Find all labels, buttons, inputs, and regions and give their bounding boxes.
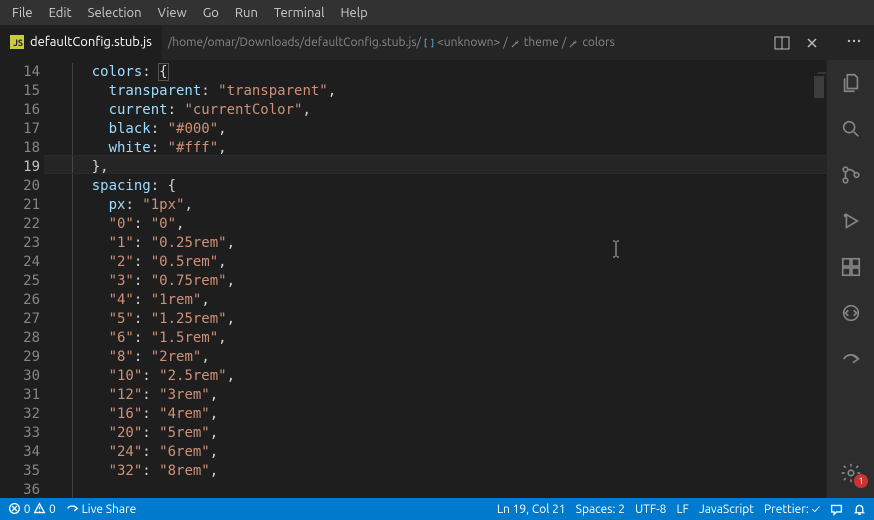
- code-content[interactable]: colors: { transparent: "transparent", cu…: [58, 60, 826, 498]
- code-line[interactable]: "5": "1.25rem",: [58, 310, 826, 329]
- code-line[interactable]: "1": "0.25rem",: [58, 234, 826, 253]
- code-line[interactable]: "12": "3rem",: [58, 386, 826, 405]
- remote-icon[interactable]: [840, 302, 862, 324]
- tabbar: JS defaultConfig.stub.js /home/omar/Down…: [0, 25, 874, 60]
- code-line[interactable]: "4": "1rem",: [58, 291, 826, 310]
- scrollbar-thumb[interactable]: [814, 76, 824, 98]
- status-language[interactable]: JavaScript: [699, 503, 754, 516]
- line-number: 18: [0, 139, 40, 158]
- tab-active[interactable]: JS defaultConfig.stub.js: [0, 25, 162, 60]
- code-line[interactable]: colors: {: [58, 63, 826, 82]
- status-cursor[interactable]: Ln 19, Col 21: [497, 503, 566, 516]
- feedback-icon[interactable]: [830, 503, 843, 516]
- code-line[interactable]: "6": "1.5rem",: [58, 329, 826, 348]
- line-number: 31: [0, 386, 40, 405]
- bell-icon[interactable]: [853, 503, 866, 516]
- search-icon[interactable]: [840, 118, 862, 140]
- status-spaces[interactable]: Spaces: 2: [576, 503, 625, 516]
- statusbar: 0 0 Live Share Ln 19, Col 21 Spaces: 2 U…: [0, 498, 874, 520]
- text-cursor-icon: [610, 240, 622, 258]
- line-number: 16: [0, 101, 40, 120]
- line-number: 23: [0, 234, 40, 253]
- wrench-icon: [568, 37, 580, 49]
- breadcrumb-unknown: <unknown>: [437, 36, 500, 49]
- menu-selection[interactable]: Selection: [80, 2, 150, 24]
- breadcrumb-colors: colors: [582, 36, 614, 49]
- share-icon[interactable]: [840, 348, 862, 370]
- line-number: 26: [0, 291, 40, 310]
- source-control-icon[interactable]: [840, 164, 862, 186]
- status-eol[interactable]: LF: [676, 503, 688, 516]
- line-number: 33: [0, 424, 40, 443]
- line-number: 21: [0, 196, 40, 215]
- line-number: 25: [0, 272, 40, 291]
- menu-file[interactable]: File: [4, 2, 41, 24]
- code-line[interactable]: "8": "2rem",: [58, 348, 826, 367]
- menu-view[interactable]: View: [150, 2, 195, 24]
- line-number: 22: [0, 215, 40, 234]
- more-icon[interactable]: [846, 33, 862, 52]
- overview-marker: [818, 72, 826, 74]
- line-number: 14: [0, 63, 40, 82]
- debug-icon[interactable]: [840, 210, 862, 232]
- line-number: 27: [0, 310, 40, 329]
- wrench-icon: [510, 37, 522, 49]
- code-line[interactable]: "10": "2.5rem",: [58, 367, 826, 386]
- line-number: 20: [0, 177, 40, 196]
- code-line[interactable]: "2": "0.5rem",: [58, 253, 826, 272]
- code-line[interactable]: spacing: {: [58, 177, 826, 196]
- code-line[interactable]: "24": "6rem",: [58, 443, 826, 462]
- status-problems[interactable]: 0 0: [8, 502, 56, 516]
- javascript-icon: JS: [10, 35, 24, 49]
- line-number: 17: [0, 120, 40, 139]
- status-liveshare[interactable]: Live Share: [66, 502, 136, 516]
- line-number: 35: [0, 462, 40, 481]
- code-line[interactable]: px: "1px",: [58, 196, 826, 215]
- code-line[interactable]: "32": "8rem",: [58, 462, 826, 481]
- breadcrumb[interactable]: /home/omar/Downloads/defaultConfig.stub.…: [168, 36, 615, 49]
- menu-edit[interactable]: Edit: [41, 2, 80, 24]
- menu-terminal[interactable]: Terminal: [266, 2, 333, 24]
- code-line[interactable]: "16": "4rem",: [58, 405, 826, 424]
- menu-go[interactable]: Go: [195, 2, 227, 24]
- menubar: FileEditSelectionViewGoRunTerminalHelp: [0, 0, 874, 25]
- code-line[interactable]: current: "currentColor",: [58, 101, 826, 120]
- code-line[interactable]: "20": "5rem",: [58, 424, 826, 443]
- status-prettier[interactable]: Prettier: ✓: [764, 503, 820, 516]
- close-icon[interactable]: [804, 35, 820, 51]
- line-number: 30: [0, 367, 40, 386]
- files-icon[interactable]: [840, 72, 862, 94]
- line-number: 19: [0, 158, 40, 177]
- code-line[interactable]: "0": "0",: [58, 215, 826, 234]
- code-line[interactable]: },: [58, 158, 826, 177]
- notification-badge[interactable]: 1: [854, 474, 868, 488]
- tab-filename: defaultConfig.stub.js: [30, 35, 152, 49]
- code-editor[interactable]: 1415161718192021222324252627282930313233…: [0, 60, 826, 498]
- line-number: 32: [0, 405, 40, 424]
- status-encoding[interactable]: UTF-8: [635, 503, 666, 516]
- code-line[interactable]: "3": "0.75rem",: [58, 272, 826, 291]
- line-number: 36: [0, 481, 40, 500]
- line-number: 24: [0, 253, 40, 272]
- breadcrumb-theme: theme: [524, 36, 559, 49]
- menu-run[interactable]: Run: [227, 2, 266, 24]
- activity-bar: 1: [826, 60, 874, 498]
- breadcrumb-path: /home/omar/Downloads/defaultConfig.stub.…: [168, 36, 421, 49]
- editor-scrollbar[interactable]: [814, 60, 826, 495]
- line-gutter: 1415161718192021222324252627282930313233…: [0, 60, 58, 498]
- code-line[interactable]: white: "#fff",: [58, 139, 826, 158]
- line-number: 15: [0, 82, 40, 101]
- menu-help[interactable]: Help: [332, 2, 375, 24]
- split-editor-icon[interactable]: [774, 35, 790, 51]
- code-line[interactable]: transparent: "transparent",: [58, 82, 826, 101]
- line-number: 29: [0, 348, 40, 367]
- code-line[interactable]: black: "#000",: [58, 120, 826, 139]
- line-number: 34: [0, 443, 40, 462]
- extensions-icon[interactable]: [840, 256, 862, 278]
- line-number: 28: [0, 329, 40, 348]
- brackets-icon: [423, 37, 435, 49]
